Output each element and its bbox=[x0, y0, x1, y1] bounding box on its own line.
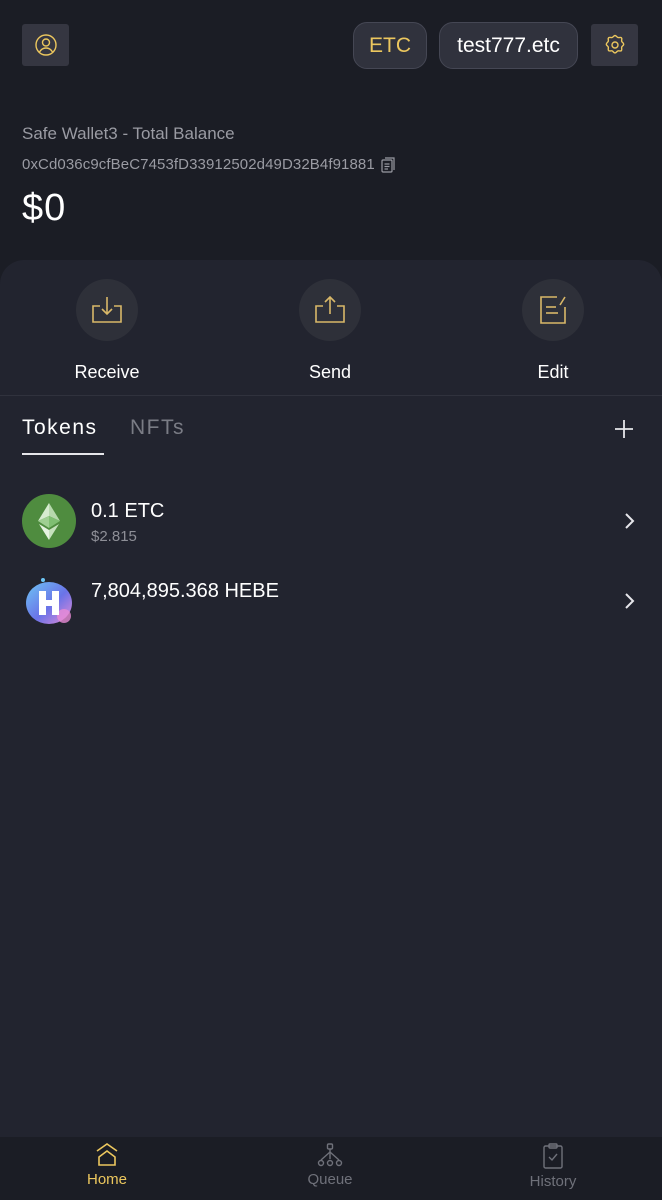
action-bar: Receive Send Edit bbox=[0, 260, 662, 396]
asset-tabs: Tokens NFTs bbox=[22, 416, 640, 456]
edit-button[interactable]: Edit bbox=[493, 279, 613, 383]
chevron-right-icon bbox=[625, 513, 635, 529]
network-selector[interactable]: ETC bbox=[353, 22, 427, 69]
receive-label: Receive bbox=[74, 362, 140, 382]
total-balance: $0 bbox=[22, 187, 67, 229]
edit-icon-circle bbox=[522, 279, 584, 341]
plus-icon bbox=[615, 420, 633, 438]
token-list: 0.1 ETC $2.815 7,804,895.368 HEBE bbox=[0, 490, 662, 650]
bottom-nav: Home Queue History bbox=[0, 1137, 662, 1200]
token-amount: 0.1 ETC bbox=[91, 500, 165, 522]
token-row-etc[interactable]: 0.1 ETC $2.815 bbox=[0, 490, 662, 570]
nav-home-label: Home bbox=[86, 1171, 127, 1188]
send-icon-circle bbox=[299, 279, 361, 341]
nav-queue[interactable]: Queue bbox=[270, 1143, 390, 1188]
queue-tree-icon bbox=[317, 1143, 343, 1167]
home-icon bbox=[96, 1143, 118, 1166]
hebe-logo bbox=[26, 578, 72, 624]
account-label: test777.etc bbox=[457, 33, 560, 57]
receive-icon-circle bbox=[76, 279, 138, 341]
nav-history-label: History bbox=[529, 1173, 577, 1190]
receive-button[interactable]: Receive bbox=[47, 279, 167, 383]
nav-history[interactable]: History bbox=[493, 1143, 613, 1190]
address-row: 0xCd036c9cfBeC7453fD33912502d49D32B4f918… bbox=[22, 156, 396, 173]
send-label: Send bbox=[308, 362, 352, 382]
token-amount: 7,804,895.368 HEBE bbox=[91, 580, 279, 602]
upload-tray-icon bbox=[315, 295, 345, 323]
account-selector[interactable]: test777.etc bbox=[439, 22, 578, 69]
chevron-right-icon bbox=[625, 593, 635, 609]
user-circle-icon bbox=[34, 34, 57, 56]
clipboard-check-icon bbox=[543, 1143, 563, 1169]
balance-section: Safe Wallet3 - Total Balance 0xCd036c9cf… bbox=[22, 124, 396, 230]
nav-home[interactable]: Home bbox=[47, 1143, 167, 1188]
token-row-hebe[interactable]: 7,804,895.368 HEBE bbox=[0, 570, 662, 650]
copy-icon[interactable] bbox=[381, 156, 396, 173]
gear-icon bbox=[605, 34, 624, 54]
tab-tokens[interactable]: Tokens bbox=[22, 416, 98, 440]
edit-label: Edit bbox=[537, 362, 569, 382]
send-button[interactable]: Send bbox=[270, 279, 390, 383]
wallet-title: Safe Wallet3 - Total Balance bbox=[22, 124, 235, 143]
settings-button[interactable] bbox=[591, 24, 638, 66]
top-bar: ETC test777.etc bbox=[0, 0, 662, 100]
profile-button[interactable] bbox=[22, 24, 69, 66]
active-tab-indicator bbox=[22, 453, 104, 455]
wallet-address: 0xCd036c9cfBeC7453fD33912502d49D32B4f918… bbox=[22, 156, 375, 173]
add-token-button[interactable] bbox=[612, 416, 636, 442]
nav-queue-label: Queue bbox=[307, 1171, 353, 1188]
network-label: ETC bbox=[369, 33, 411, 57]
token-fiat-value: $2.815 bbox=[91, 528, 137, 545]
ethereum-classic-logo bbox=[22, 494, 76, 548]
tab-nfts[interactable]: NFTs bbox=[130, 416, 185, 440]
download-tray-icon bbox=[92, 297, 122, 323]
main-card: Receive Send Edit Tokens NFTs 0.1 ETC $2… bbox=[0, 260, 662, 1137]
edit-note-icon bbox=[540, 296, 566, 324]
